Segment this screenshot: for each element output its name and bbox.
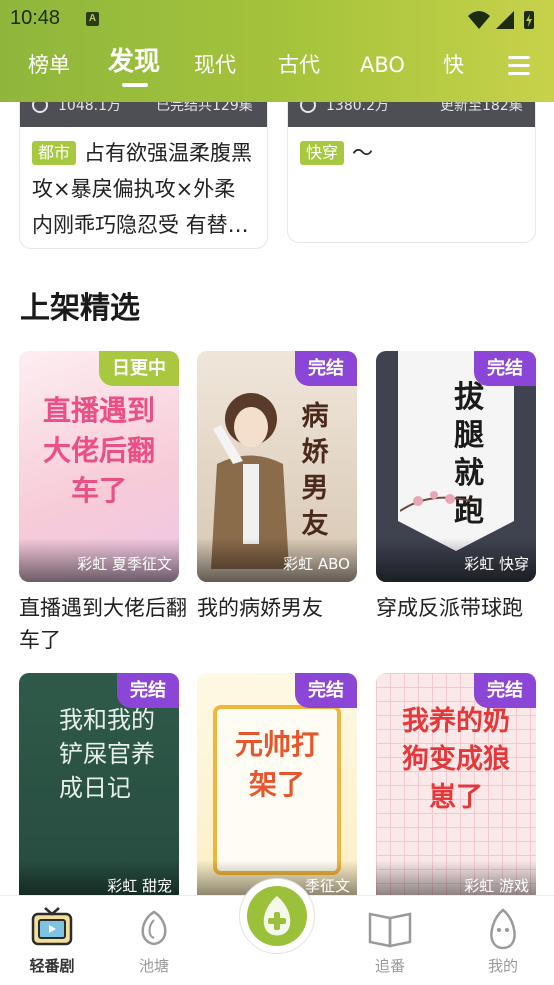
nav-item-mine[interactable]: 我的 xyxy=(463,906,543,975)
tab-modern[interactable]: 现代 xyxy=(194,50,236,80)
tv-icon xyxy=(31,907,73,946)
cover-artwork-title: 我养的奶狗变成狼崽了 xyxy=(402,706,510,813)
section-title: 上架精选 xyxy=(20,291,140,326)
create-button[interactable] xyxy=(239,878,315,954)
status-badge: 完结 xyxy=(295,351,357,386)
book-cover[interactable]: 病娇男友 完结 彩虹 ABO xyxy=(197,351,357,582)
nav-item-follow[interactable]: 追番 xyxy=(350,906,430,975)
book-cover[interactable]: 我养的奶狗变成狼崽了 完结 彩虹 游戏 xyxy=(376,673,536,904)
book-title[interactable]: 穿成反派带球跑 xyxy=(376,592,546,624)
cover-meta: 彩虹 甜宠 xyxy=(107,877,172,895)
status-badge: 日更中 xyxy=(99,351,179,386)
nav-label: 池塘 xyxy=(138,957,169,975)
category-tabs: 榜单 发现 现代 古代 ABO 快 xyxy=(0,44,554,92)
description-text: ～ xyxy=(352,141,374,165)
cover-artwork-title: 我和我的铲屎官养成日记 xyxy=(59,706,155,802)
tab-ancient[interactable]: 古代 xyxy=(278,50,320,80)
drama-description: 快穿 ～ xyxy=(300,135,523,171)
nav-item-light-drama[interactable]: 轻番剧 xyxy=(12,906,92,975)
menu-icon[interactable] xyxy=(508,56,530,76)
wifi-icon xyxy=(468,11,490,29)
active-tab-indicator xyxy=(122,83,148,87)
cover-meta: 彩虹 ABO xyxy=(283,555,350,573)
cover-meta: 彩虹 夏季征文 xyxy=(77,555,172,573)
bottom-navigation: 轻番剧 池塘 追番 我的 xyxy=(0,878,554,985)
genre-tag: 都市 xyxy=(32,141,77,165)
drama-card[interactable]: 1380.2万 更新至182集 快穿～ xyxy=(287,84,536,243)
pear-plus-icon xyxy=(263,896,291,936)
cover-meta: 彩虹 快穿 xyxy=(464,555,529,573)
nav-label: 追番 xyxy=(374,957,405,975)
book-cover[interactable]: 我和我的铲屎官养成日记 完结 彩虹 甜宠 xyxy=(19,673,179,904)
drama-card[interactable]: 1048.1万 已完结共129集 都市 占有欲强温柔腹黑攻×暴戾偏执攻×外柔内刚乖… xyxy=(19,84,268,249)
book-icon xyxy=(368,912,412,948)
book-cover[interactable]: 拔腿就跑 完结 彩虹 快穿 xyxy=(376,351,536,582)
status-badge: 完结 xyxy=(474,351,536,386)
cover-meta: 彩虹 游戏 xyxy=(464,877,529,895)
book-title[interactable]: 我的病娇男友 xyxy=(197,592,367,624)
book-title[interactable]: 直播遇到大佬后翻车了 xyxy=(19,592,189,656)
status-badge: 完结 xyxy=(117,673,179,708)
nav-item-pond[interactable]: 池塘 xyxy=(114,906,194,975)
tab-rankings[interactable]: 榜单 xyxy=(28,50,70,80)
tab-quick[interactable]: 快 xyxy=(443,50,464,80)
book-cover[interactable]: 元帅打架了 完结 季征文 xyxy=(197,673,357,904)
cover-blossom-art xyxy=(400,491,470,512)
status-badge: 完结 xyxy=(295,673,357,708)
cover-meta: 季征文 xyxy=(304,877,350,895)
status-time: 10:48 xyxy=(10,7,61,29)
cover-artwork-title: 直播遇到大佬后翻车了 xyxy=(42,394,155,507)
notification-app-icon: A xyxy=(86,12,99,26)
genre-tag: 快穿 xyxy=(300,141,345,165)
drama-description: 都市 占有欲强温柔腹黑攻×暴戾偏执攻×外柔内刚乖巧隐忍受 有替… xyxy=(32,135,255,243)
pond-icon xyxy=(141,910,167,946)
tab-discover[interactable]: 发现 xyxy=(108,47,160,77)
status-badge: 完结 xyxy=(474,673,536,708)
cover-artwork-title: 病娇男友 xyxy=(301,401,329,540)
status-bar: 10:48 A xyxy=(0,0,554,38)
pear-face-icon xyxy=(490,908,516,950)
signal-icon xyxy=(496,11,514,29)
tab-abo[interactable]: ABO xyxy=(360,50,405,80)
nav-label: 我的 xyxy=(487,957,518,975)
nav-label: 轻番剧 xyxy=(29,957,75,975)
book-cover[interactable]: 直播遇到大佬后翻车了 日更中 彩虹 夏季征文 xyxy=(19,351,179,582)
system-status-icons xyxy=(468,11,534,29)
cover-artwork-title: 元帅打架了 xyxy=(234,728,319,801)
app-header: 10:48 A 榜单 发现 现代 古代 ABO 快 xyxy=(0,0,554,102)
